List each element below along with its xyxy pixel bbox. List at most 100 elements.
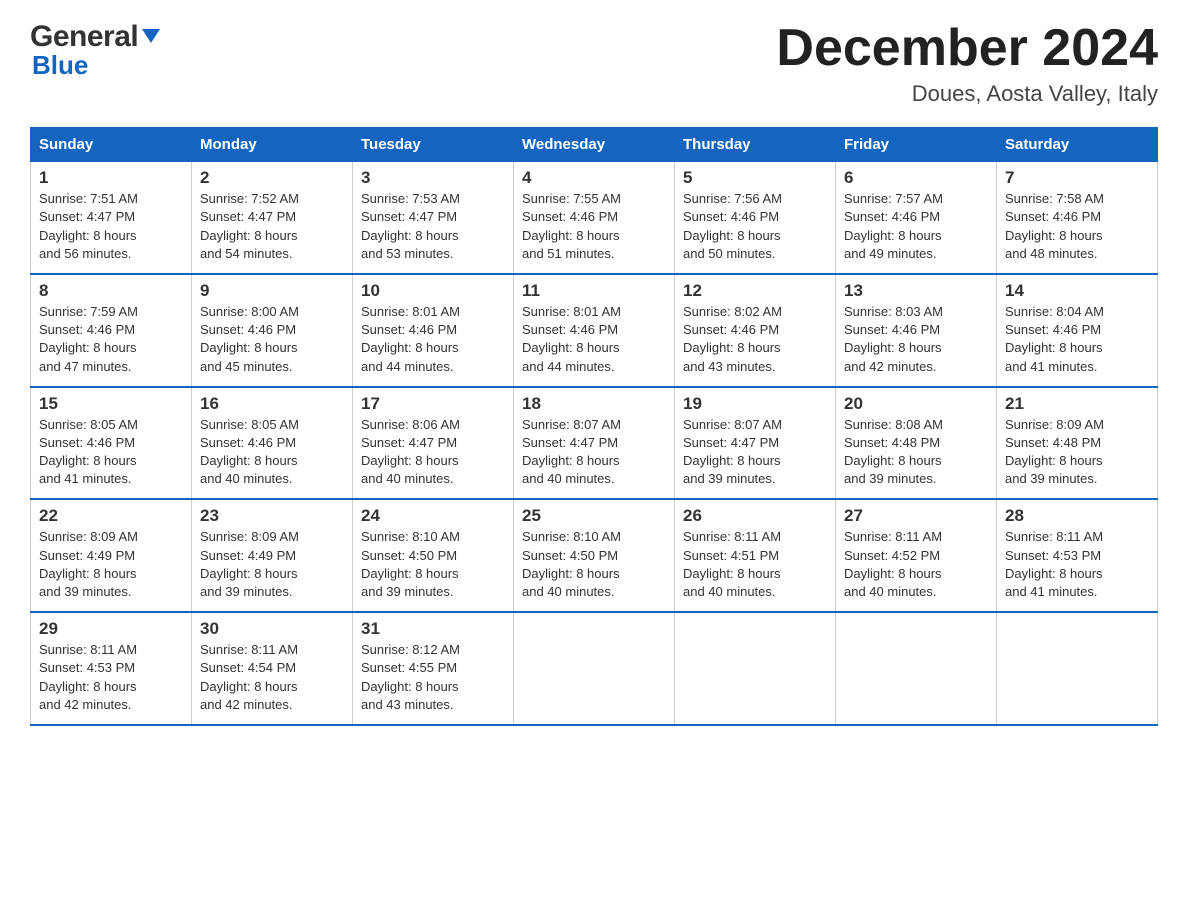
day-info: Sunrise: 7:56 AMSunset: 4:46 PMDaylight:… [683,190,827,263]
day-info: Sunrise: 7:51 AMSunset: 4:47 PMDaylight:… [39,190,183,263]
day-number: 29 [39,619,183,639]
day-number: 3 [361,168,505,188]
logo-blue: Blue [30,50,88,81]
calendar-cell [997,612,1158,725]
calendar-cell: 21Sunrise: 8:09 AMSunset: 4:48 PMDayligh… [997,387,1158,500]
day-number: 5 [683,168,827,188]
calendar-cell: 28Sunrise: 8:11 AMSunset: 4:53 PMDayligh… [997,499,1158,612]
calendar-cell: 23Sunrise: 8:09 AMSunset: 4:49 PMDayligh… [192,499,353,612]
day-number: 17 [361,394,505,414]
week-row-4: 22Sunrise: 8:09 AMSunset: 4:49 PMDayligh… [31,499,1158,612]
day-number: 20 [844,394,988,414]
day-number: 21 [1005,394,1149,414]
day-number: 7 [1005,168,1149,188]
calendar-cell: 25Sunrise: 8:10 AMSunset: 4:50 PMDayligh… [514,499,675,612]
day-info: Sunrise: 8:12 AMSunset: 4:55 PMDaylight:… [361,641,505,714]
day-info: Sunrise: 8:04 AMSunset: 4:46 PMDaylight:… [1005,303,1149,376]
day-info: Sunrise: 8:00 AMSunset: 4:46 PMDaylight:… [200,303,344,376]
calendar-cell: 6Sunrise: 7:57 AMSunset: 4:46 PMDaylight… [836,162,997,274]
day-info: Sunrise: 8:02 AMSunset: 4:46 PMDaylight:… [683,303,827,376]
header-row: SundayMondayTuesdayWednesdayThursdayFrid… [31,128,1158,162]
day-number: 9 [200,281,344,301]
day-header-saturday: Saturday [997,128,1158,162]
day-info: Sunrise: 8:07 AMSunset: 4:47 PMDaylight:… [683,416,827,489]
day-info: Sunrise: 8:05 AMSunset: 4:46 PMDaylight:… [200,416,344,489]
calendar-cell: 24Sunrise: 8:10 AMSunset: 4:50 PMDayligh… [353,499,514,612]
day-number: 30 [200,619,344,639]
day-info: Sunrise: 8:05 AMSunset: 4:46 PMDaylight:… [39,416,183,489]
day-info: Sunrise: 7:53 AMSunset: 4:47 PMDaylight:… [361,190,505,263]
day-info: Sunrise: 8:07 AMSunset: 4:47 PMDaylight:… [522,416,666,489]
calendar-cell: 7Sunrise: 7:58 AMSunset: 4:46 PMDaylight… [997,162,1158,274]
day-info: Sunrise: 8:11 AMSunset: 4:53 PMDaylight:… [1005,528,1149,601]
logo-arrow-icon [140,27,162,45]
day-header-thursday: Thursday [675,128,836,162]
logo-general: General [30,20,138,54]
calendar-cell: 17Sunrise: 8:06 AMSunset: 4:47 PMDayligh… [353,387,514,500]
day-header-sunday: Sunday [31,128,192,162]
calendar-body: 1Sunrise: 7:51 AMSunset: 4:47 PMDaylight… [31,162,1158,725]
calendar-cell: 12Sunrise: 8:02 AMSunset: 4:46 PMDayligh… [675,274,836,387]
day-info: Sunrise: 7:52 AMSunset: 4:47 PMDaylight:… [200,190,344,263]
calendar-cell: 31Sunrise: 8:12 AMSunset: 4:55 PMDayligh… [353,612,514,725]
day-info: Sunrise: 8:11 AMSunset: 4:54 PMDaylight:… [200,641,344,714]
calendar-cell: 20Sunrise: 8:08 AMSunset: 4:48 PMDayligh… [836,387,997,500]
week-row-1: 1Sunrise: 7:51 AMSunset: 4:47 PMDaylight… [31,162,1158,274]
page-header: General Blue December 2024 Doues, Aosta … [30,20,1158,107]
calendar-cell: 14Sunrise: 8:04 AMSunset: 4:46 PMDayligh… [997,274,1158,387]
week-row-5: 29Sunrise: 8:11 AMSunset: 4:53 PMDayligh… [31,612,1158,725]
location-title: Doues, Aosta Valley, Italy [776,81,1158,107]
day-info: Sunrise: 8:09 AMSunset: 4:48 PMDaylight:… [1005,416,1149,489]
calendar-cell: 26Sunrise: 8:11 AMSunset: 4:51 PMDayligh… [675,499,836,612]
day-number: 14 [1005,281,1149,301]
day-info: Sunrise: 8:11 AMSunset: 4:51 PMDaylight:… [683,528,827,601]
day-number: 24 [361,506,505,526]
day-info: Sunrise: 8:03 AMSunset: 4:46 PMDaylight:… [844,303,988,376]
calendar-cell: 30Sunrise: 8:11 AMSunset: 4:54 PMDayligh… [192,612,353,725]
day-number: 27 [844,506,988,526]
calendar-cell: 8Sunrise: 7:59 AMSunset: 4:46 PMDaylight… [31,274,192,387]
day-number: 11 [522,281,666,301]
day-number: 8 [39,281,183,301]
calendar-cell: 9Sunrise: 8:00 AMSunset: 4:46 PMDaylight… [192,274,353,387]
calendar-cell: 13Sunrise: 8:03 AMSunset: 4:46 PMDayligh… [836,274,997,387]
calendar-cell: 22Sunrise: 8:09 AMSunset: 4:49 PMDayligh… [31,499,192,612]
calendar-cell [514,612,675,725]
day-info: Sunrise: 7:58 AMSunset: 4:46 PMDaylight:… [1005,190,1149,263]
title-block: December 2024 Doues, Aosta Valley, Italy [776,20,1158,107]
day-header-monday: Monday [192,128,353,162]
day-number: 15 [39,394,183,414]
week-row-2: 8Sunrise: 7:59 AMSunset: 4:46 PMDaylight… [31,274,1158,387]
calendar-cell: 10Sunrise: 8:01 AMSunset: 4:46 PMDayligh… [353,274,514,387]
day-number: 28 [1005,506,1149,526]
calendar-cell: 27Sunrise: 8:11 AMSunset: 4:52 PMDayligh… [836,499,997,612]
calendar-cell: 19Sunrise: 8:07 AMSunset: 4:47 PMDayligh… [675,387,836,500]
month-title: December 2024 [776,20,1158,77]
day-number: 23 [200,506,344,526]
day-number: 2 [200,168,344,188]
day-number: 13 [844,281,988,301]
calendar-cell: 11Sunrise: 8:01 AMSunset: 4:46 PMDayligh… [514,274,675,387]
calendar-cell: 3Sunrise: 7:53 AMSunset: 4:47 PMDaylight… [353,162,514,274]
day-info: Sunrise: 8:01 AMSunset: 4:46 PMDaylight:… [522,303,666,376]
day-number: 10 [361,281,505,301]
day-info: Sunrise: 8:08 AMSunset: 4:48 PMDaylight:… [844,416,988,489]
day-number: 6 [844,168,988,188]
day-header-tuesday: Tuesday [353,128,514,162]
day-number: 25 [522,506,666,526]
calendar-header: SundayMondayTuesdayWednesdayThursdayFrid… [31,128,1158,162]
day-info: Sunrise: 8:11 AMSunset: 4:53 PMDaylight:… [39,641,183,714]
day-info: Sunrise: 7:55 AMSunset: 4:46 PMDaylight:… [522,190,666,263]
calendar-cell: 18Sunrise: 8:07 AMSunset: 4:47 PMDayligh… [514,387,675,500]
calendar-cell [836,612,997,725]
day-info: Sunrise: 8:10 AMSunset: 4:50 PMDaylight:… [522,528,666,601]
day-info: Sunrise: 8:01 AMSunset: 4:46 PMDaylight:… [361,303,505,376]
calendar-table: SundayMondayTuesdayWednesdayThursdayFrid… [30,127,1158,726]
day-info: Sunrise: 7:57 AMSunset: 4:46 PMDaylight:… [844,190,988,263]
calendar-cell: 16Sunrise: 8:05 AMSunset: 4:46 PMDayligh… [192,387,353,500]
day-number: 19 [683,394,827,414]
day-number: 16 [200,394,344,414]
day-number: 31 [361,619,505,639]
day-info: Sunrise: 8:09 AMSunset: 4:49 PMDaylight:… [200,528,344,601]
week-row-3: 15Sunrise: 8:05 AMSunset: 4:46 PMDayligh… [31,387,1158,500]
